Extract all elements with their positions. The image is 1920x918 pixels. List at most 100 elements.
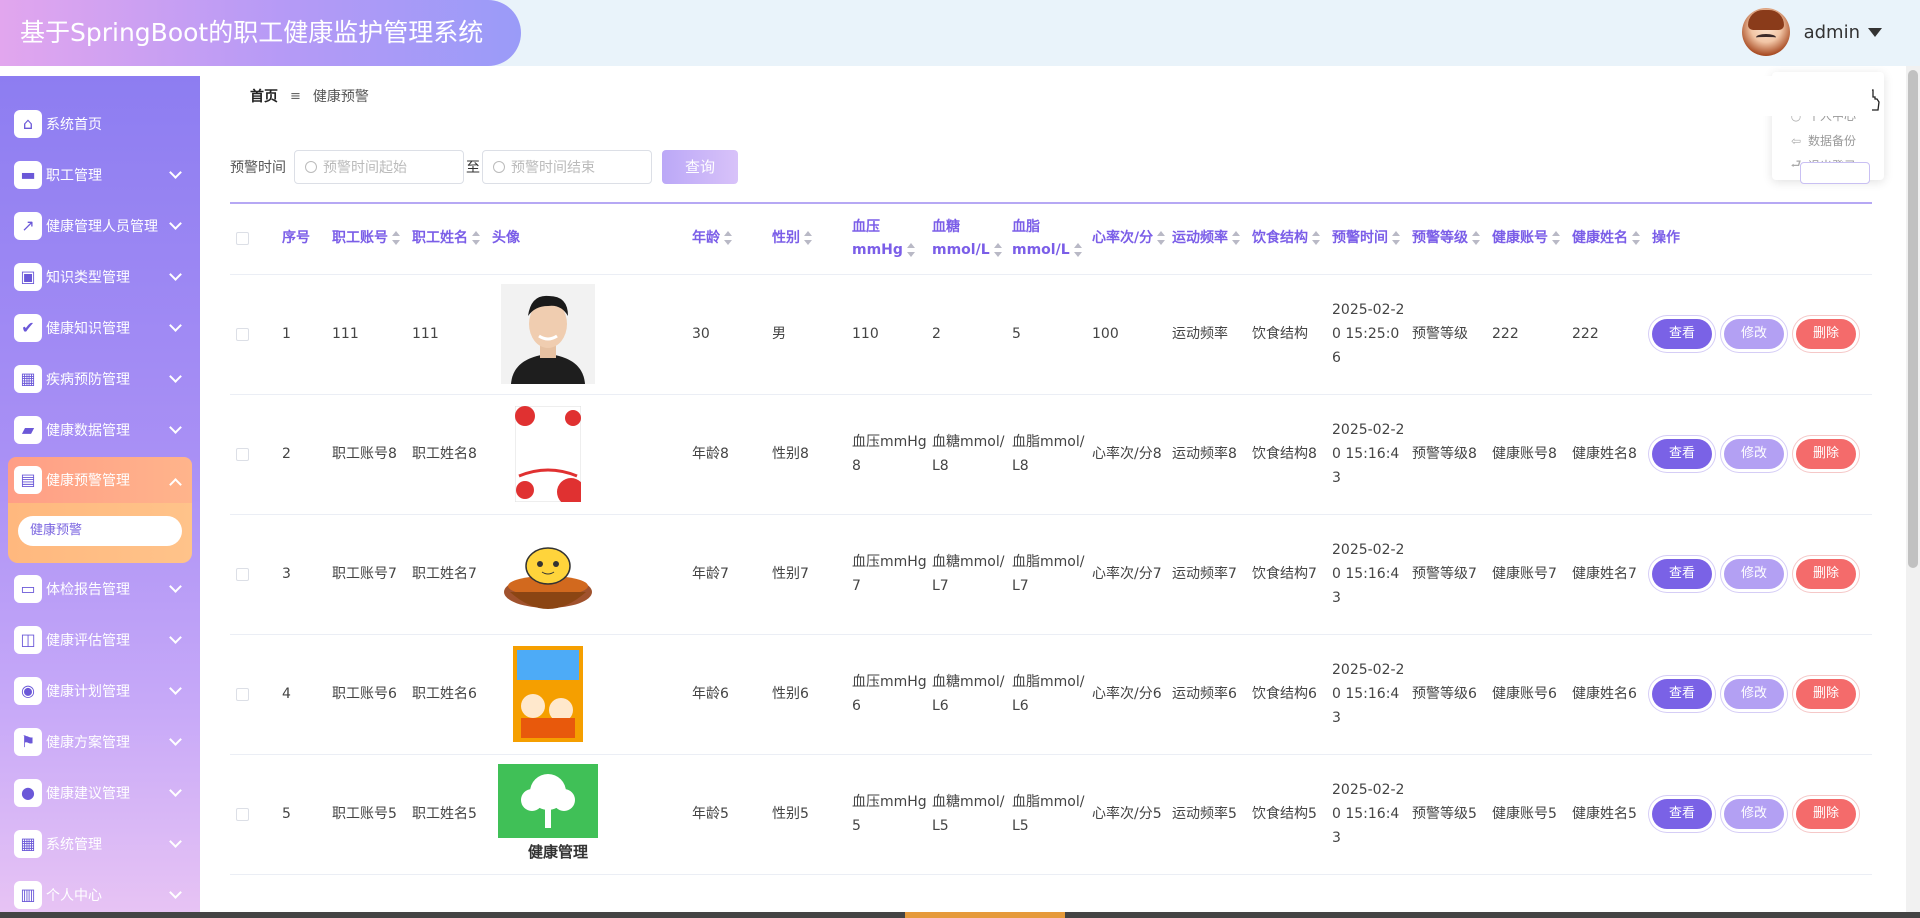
column-header[interactable]: 预警时间 [1330,204,1410,275]
view-button[interactable]: 查看 [1652,799,1712,829]
chevron-down-icon[interactable] [169,682,182,695]
row-actions: 查看 修改 删除 [1652,319,1870,349]
scrollbar-thumb[interactable] [1908,70,1918,568]
sort-icon[interactable] [1073,242,1082,257]
sort-icon[interactable] [804,231,812,246]
user-avatar[interactable] [1741,8,1790,56]
delete-button[interactable]: 删除 [1796,319,1856,349]
edit-button[interactable]: 修改 [1724,559,1784,589]
warning-time-cell-text: 2025-02-20 15:16:43 [1332,542,1405,606]
row-checkbox[interactable] [236,807,249,821]
username[interactable]: admin [1804,22,1860,43]
chevron-up-icon[interactable] [169,478,182,491]
edit-button[interactable]: 修改 [1724,679,1784,709]
query-button[interactable]: 查询 [662,150,738,184]
sidebar-item[interactable]: ⚑ 健康方案管理 [0,716,200,767]
sort-icon[interactable] [1232,231,1240,246]
column-header[interactable]: 年龄 [690,204,770,275]
row-checkbox[interactable] [236,687,249,701]
column-header[interactable]: 血脂mmol/L [1010,204,1090,275]
sidebar-item[interactable]: ⌂ 系统首页 [0,98,200,149]
sort-icon[interactable] [1552,231,1560,246]
breadcrumb-home[interactable]: 首页 [250,86,278,106]
sidebar-item[interactable]: ▦ 系统管理 [0,818,200,869]
sidebar-item[interactable]: ✔ 健康知识管理 [0,302,200,353]
chevron-down-icon[interactable] [169,421,182,434]
toolbar-button-hidden[interactable] [1800,162,1870,184]
blood-sugar-cell-text: 血糖mmol/L8 [932,434,1005,474]
sort-icon[interactable] [1472,231,1480,246]
sort-icon[interactable] [1312,231,1320,246]
edit-button[interactable]: 修改 [1724,319,1784,349]
sidebar-item[interactable]: ▰ 健康数据管理 [0,404,200,455]
view-button[interactable]: 查看 [1652,439,1712,469]
delete-button[interactable]: 删除 [1796,679,1856,709]
sort-icon[interactable] [392,231,400,246]
chevron-down-icon[interactable] [169,886,182,899]
user-menu-trigger[interactable]: admin [1741,8,1882,56]
view-button[interactable]: 查看 [1652,319,1712,349]
column-header[interactable]: 职工账号 [330,204,410,275]
sidebar-item[interactable]: ▦ 疾病预防管理 [0,353,200,404]
sort-icon[interactable] [1157,231,1166,246]
chevron-down-icon[interactable] [169,580,182,593]
chevron-down-icon[interactable] [169,268,182,281]
column-header[interactable]: 运动频率 [1170,204,1250,275]
sidebar-item[interactable]: ▤ 健康预警管理 [8,457,192,503]
column-header[interactable]: 健康账号 [1490,204,1570,275]
delete-button[interactable]: 删除 [1796,799,1856,829]
select-all-checkbox[interactable] [236,232,249,246]
end-date-input[interactable]: 预警时间结束 [482,150,652,184]
sidebar-item[interactable]: ● 健康建议管理 [0,767,200,818]
column-header[interactable]: 职工姓名 [410,204,490,275]
age-cell-text: 年龄6 [692,686,729,702]
sidebar-item[interactable]: ▥ 个人中心 [0,869,200,918]
edit-button[interactable]: 修改 [1724,799,1784,829]
row-number: 5 [280,754,330,875]
view-button[interactable]: 查看 [1652,559,1712,589]
sidebar-subitem[interactable]: 健康预警 [18,516,182,546]
column-header[interactable]: 血糖mmol/L [930,204,1010,275]
column-header[interactable]: 健康姓名 [1570,204,1650,275]
chevron-down-icon[interactable] [169,733,182,746]
chevron-down-icon[interactable] [169,784,182,797]
column-header[interactable]: 心率次/分 [1090,204,1170,275]
chevron-down-icon[interactable] [169,217,182,230]
chevron-down-icon[interactable] [169,370,182,383]
chevron-down-icon[interactable] [169,166,182,179]
sidebar-item[interactable]: ◉ 健康计划管理 [0,665,200,716]
sort-icon[interactable] [1392,231,1400,246]
sort-icon[interactable] [906,242,915,257]
sort-icon[interactable] [472,231,480,246]
delete-button[interactable]: 删除 [1796,439,1856,469]
row-checkbox[interactable] [236,447,249,461]
page-scrollbar[interactable] [1906,66,1920,918]
sidebar-item[interactable]: ▣ 知识类型管理 [0,251,200,302]
column-header[interactable]: 饮食结构 [1250,204,1330,275]
sidebar-item[interactable]: ◫ 健康评估管理 [0,614,200,665]
row-number: 4 [280,634,330,755]
sidebar-item[interactable]: ▬ 职工管理 [0,149,200,200]
sidebar-item[interactable]: ↗ 健康管理人员管理 [0,200,200,251]
sort-icon[interactable] [993,242,1002,257]
start-date-input[interactable]: 预警时间起始 [294,150,464,184]
column-header[interactable]: 血压mmHg [850,204,930,275]
column-header[interactable]: 性别 [770,204,850,275]
chevron-down-icon[interactable] [169,631,182,644]
sort-icon[interactable] [724,231,732,246]
caret-down-icon[interactable] [1868,27,1882,37]
sidebar-item[interactable]: ▭ 体检报告管理 [0,563,200,614]
column-header[interactable]: 预警等级 [1410,204,1490,275]
sort-icon[interactable] [1632,231,1640,246]
age-cell: 年龄6 [690,634,770,755]
warning-level-cell-text: 预警等级5 [1412,806,1477,822]
select-cell [230,394,280,515]
row-checkbox[interactable] [236,567,249,581]
view-button[interactable]: 查看 [1652,679,1712,709]
user-menu-item[interactable]: ⇦ 数据备份 [1790,128,1884,153]
chevron-down-icon[interactable] [169,319,182,332]
delete-button[interactable]: 删除 [1796,559,1856,589]
chevron-down-icon[interactable] [169,835,182,848]
edit-button[interactable]: 修改 [1724,439,1784,469]
row-checkbox[interactable] [236,327,249,341]
